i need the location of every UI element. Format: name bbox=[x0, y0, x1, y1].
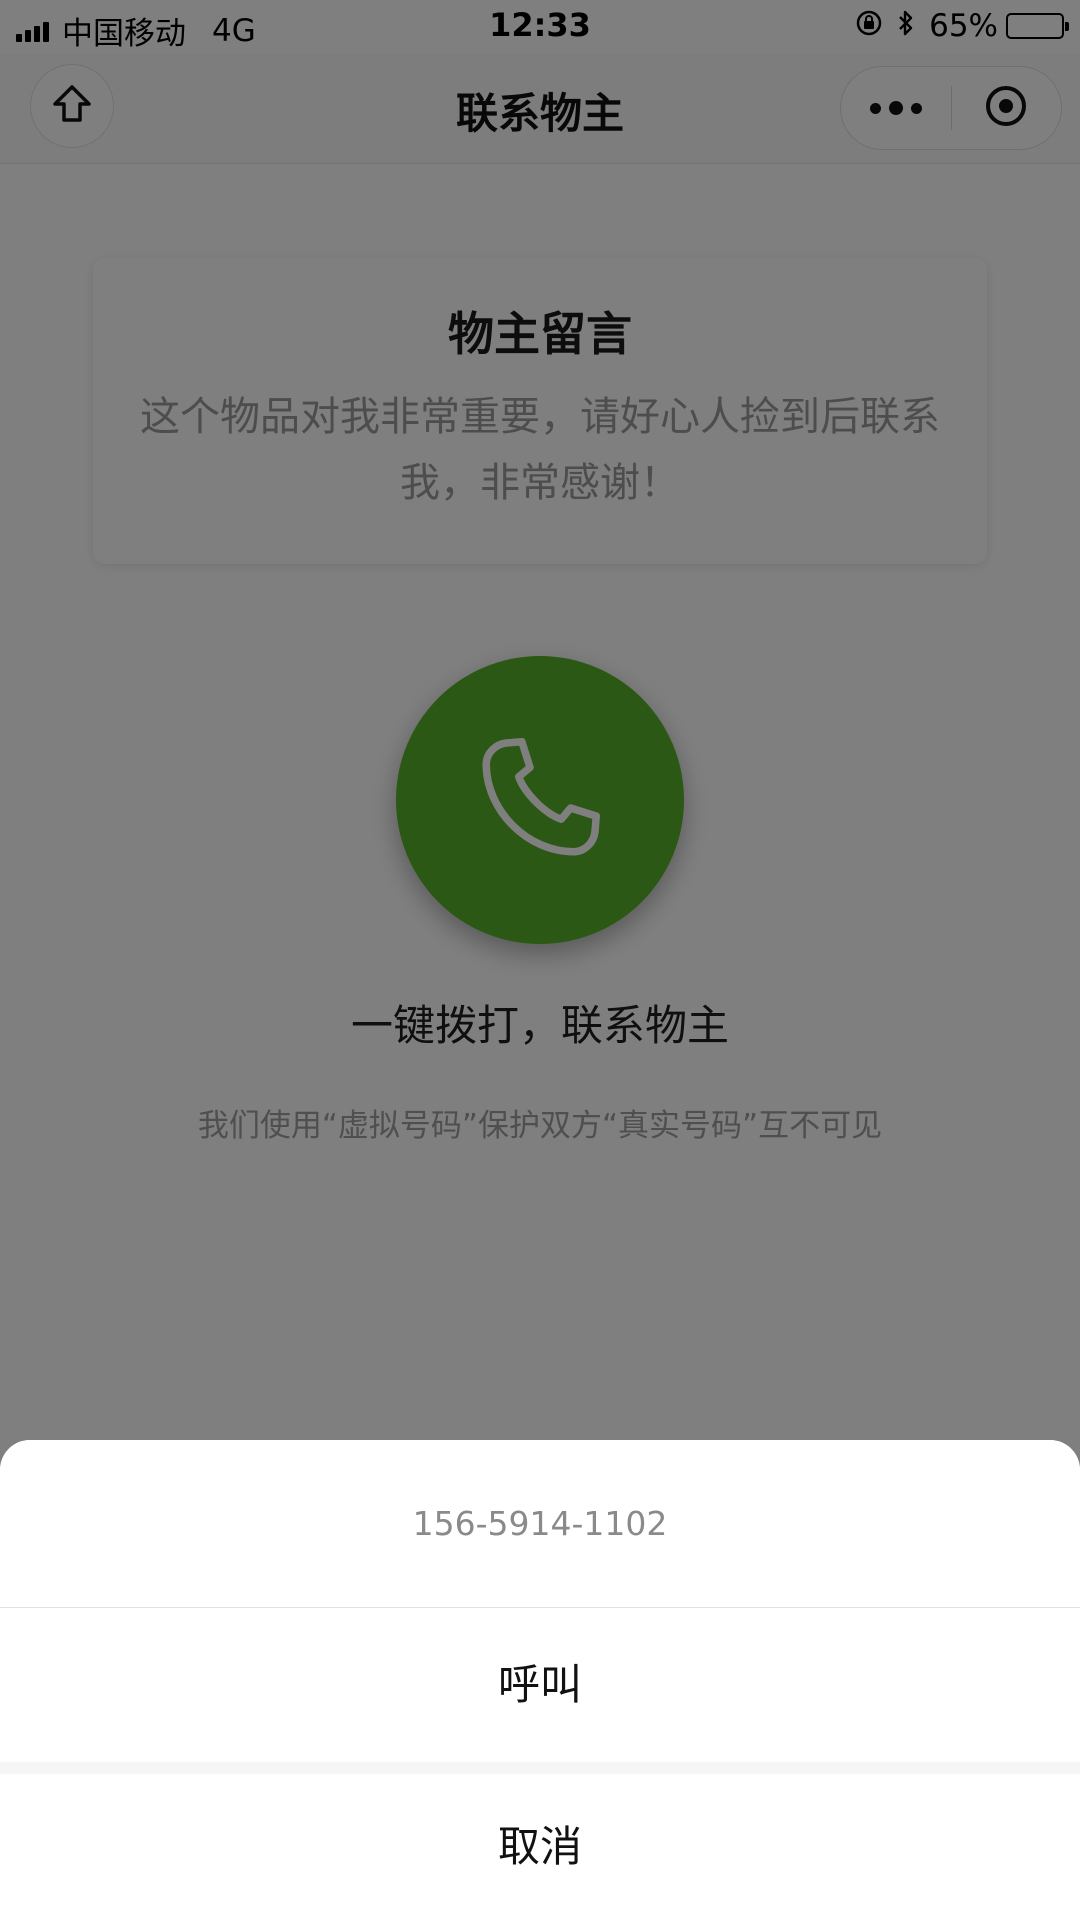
call-action-sheet: 156-5914-1102 呼叫 取消 bbox=[0, 1440, 1080, 1920]
phone-number: 156-5914-1102 bbox=[0, 1440, 1080, 1608]
dial-button[interactable]: 呼叫 bbox=[0, 1608, 1080, 1762]
cancel-button[interactable]: 取消 bbox=[0, 1774, 1080, 1920]
